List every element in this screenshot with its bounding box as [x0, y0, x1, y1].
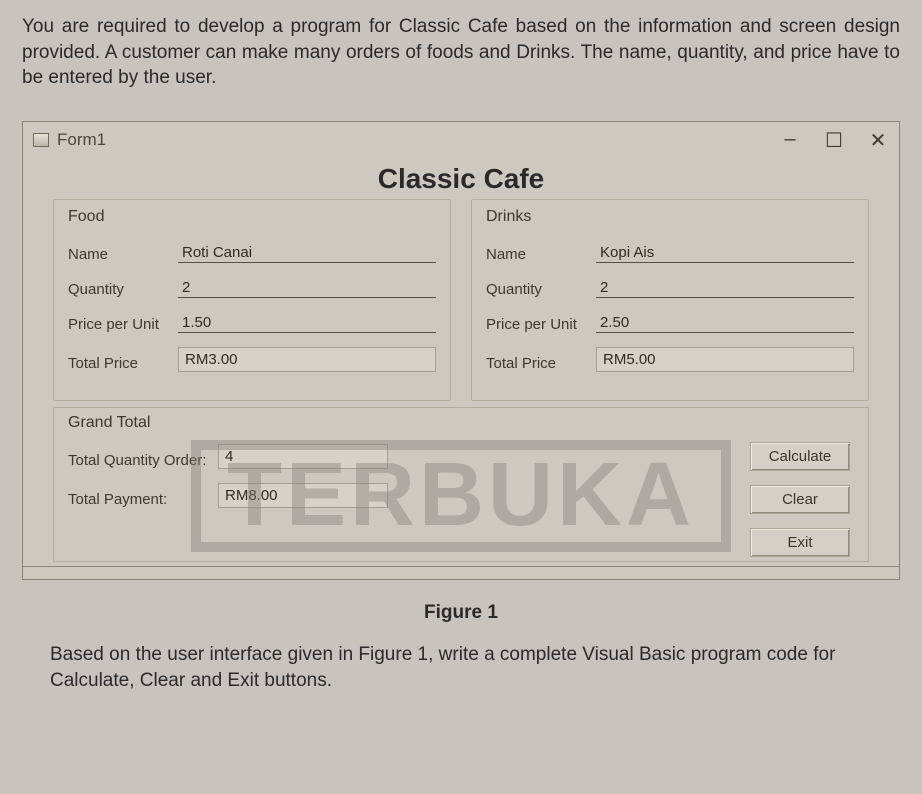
close-button[interactable]: ✕ [867, 128, 889, 153]
form-window: Form1 – ☐ ✕ Classic Cafe Food Name Quant… [22, 121, 900, 580]
grand-pay-label: Total Payment: [68, 491, 218, 508]
food-total-output [178, 347, 436, 372]
drinks-legend: Drinks [486, 208, 531, 226]
food-qty-label: Quantity [68, 281, 178, 298]
drinks-group: Drinks Name Quantity Price per Unit Tota… [471, 199, 869, 401]
food-legend: Food [68, 208, 104, 226]
drinks-ppu-label: Price per Unit [486, 316, 596, 333]
food-ppu-label: Price per Unit [68, 316, 178, 333]
food-name-label: Name [68, 246, 178, 263]
drinks-name-input[interactable] [596, 242, 854, 263]
drinks-qty-input[interactable] [596, 277, 854, 298]
drinks-total-label: Total Price [486, 355, 596, 372]
clear-button[interactable]: Clear [750, 485, 850, 514]
app-title: Classic Cafe [23, 163, 899, 195]
grand-total-group: Grand Total Total Quantity Order: Total … [53, 407, 869, 562]
grand-qty-output [218, 444, 388, 469]
drinks-ppu-input[interactable] [596, 312, 854, 333]
minimize-button[interactable]: – [779, 128, 801, 153]
food-name-input[interactable] [178, 242, 436, 263]
grand-qty-label: Total Quantity Order: [68, 452, 218, 469]
titlebar: Form1 – ☐ ✕ [23, 122, 899, 157]
window-title: Form1 [57, 130, 106, 150]
figure-caption: Figure 1 [22, 602, 900, 624]
food-qty-input[interactable] [178, 277, 436, 298]
calculate-button[interactable]: Calculate [750, 442, 850, 471]
food-total-label: Total Price [68, 355, 178, 372]
window-icon [33, 133, 49, 147]
instruction-top: You are required to develop a program fo… [22, 14, 900, 91]
grand-pay-output [218, 483, 388, 508]
exit-button[interactable]: Exit [750, 528, 850, 557]
separator [23, 566, 899, 567]
drinks-qty-label: Quantity [486, 281, 596, 298]
drinks-name-label: Name [486, 246, 596, 263]
grand-legend: Grand Total [68, 414, 150, 432]
food-ppu-input[interactable] [178, 312, 436, 333]
instruction-bottom: Based on the user interface given in Fig… [22, 642, 900, 693]
food-group: Food Name Quantity Price per Unit Total … [53, 199, 451, 401]
maximize-button[interactable]: ☐ [823, 128, 845, 153]
drinks-total-output [596, 347, 854, 372]
